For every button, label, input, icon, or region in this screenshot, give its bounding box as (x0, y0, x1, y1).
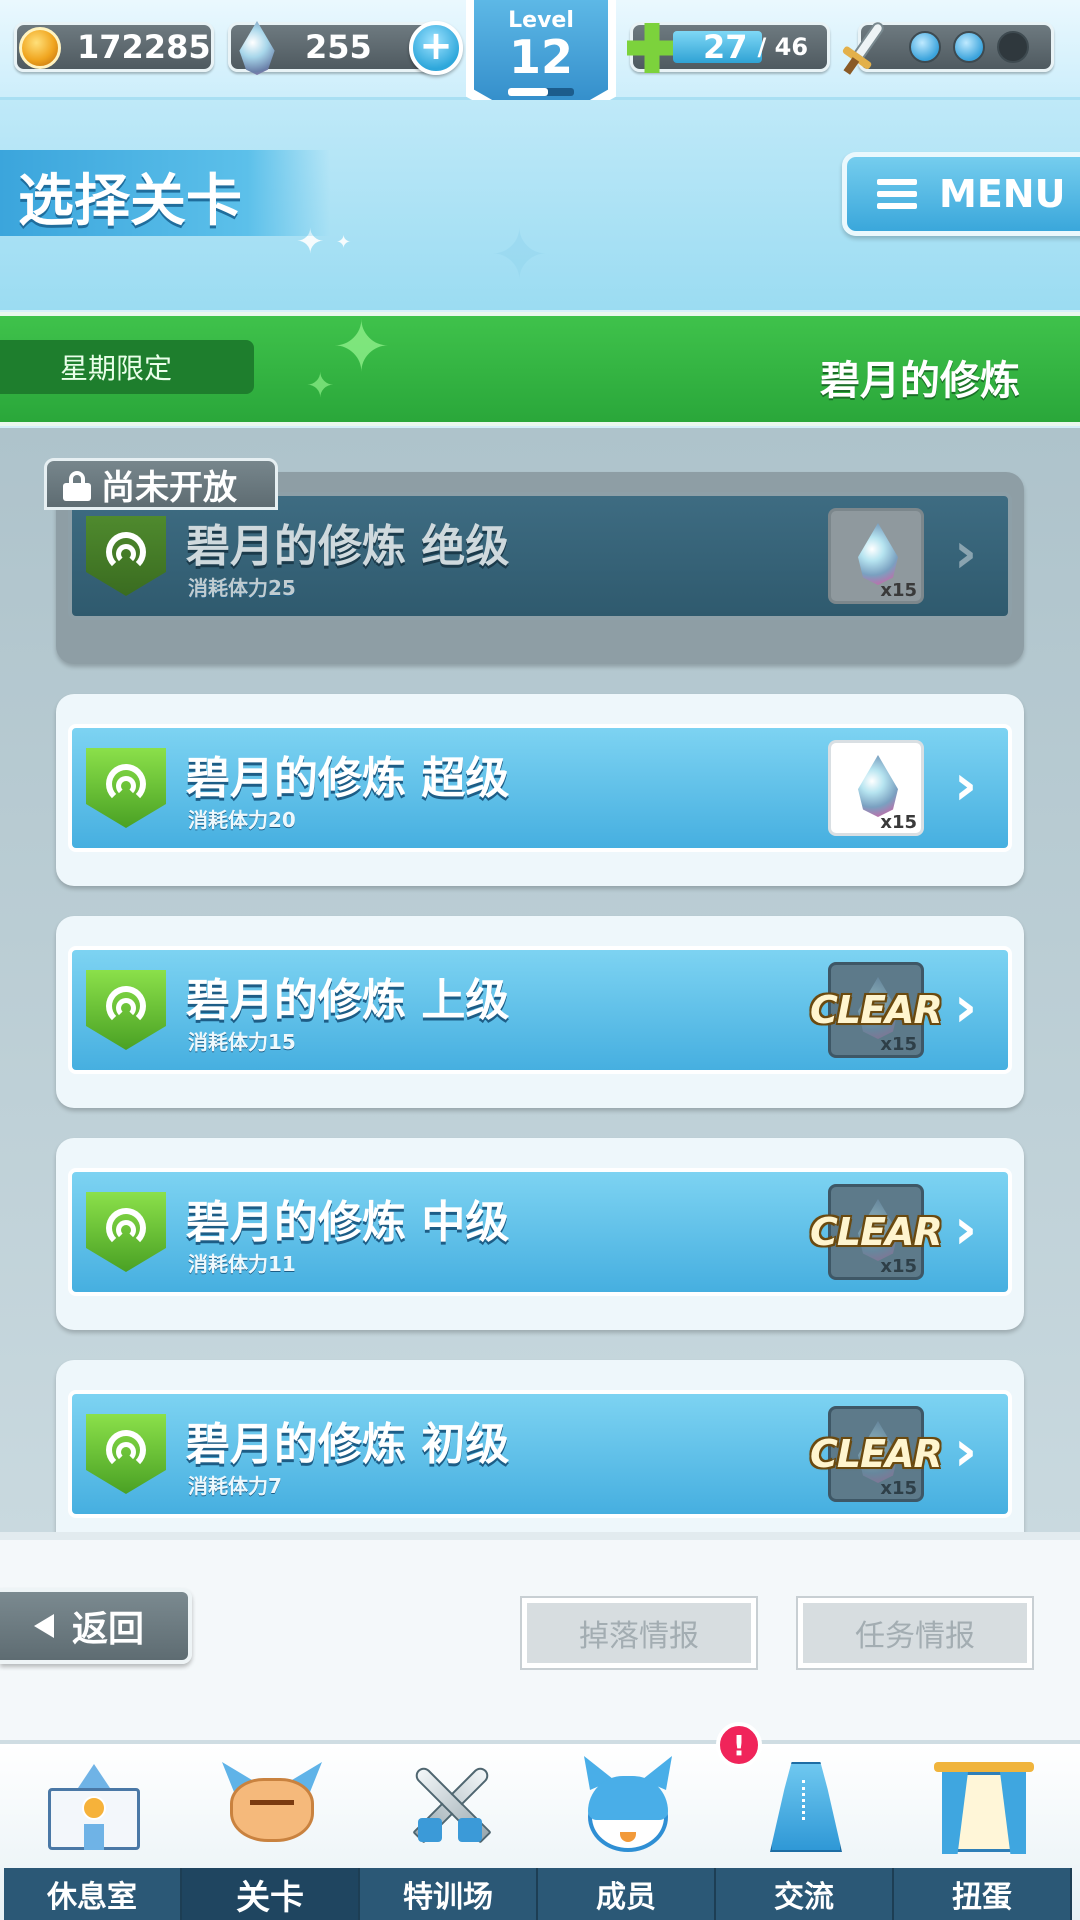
stamina-current: 27 (703, 28, 748, 66)
stage-list[interactable]: 碧月的修炼 绝级 消耗体力25 x15 › 碧月的修炼 超级 消耗体力20 x1… (0, 428, 1080, 1532)
level-progress-bar (508, 88, 574, 96)
nav-item-lounge[interactable]: 休息室 (4, 1744, 182, 1920)
gem-icon (858, 523, 898, 585)
nav-item-gacha[interactable]: 扭蛋 (894, 1744, 1072, 1920)
add-gems-button[interactable]: + (409, 21, 463, 75)
nav-label: 成员 (538, 1868, 716, 1920)
stage-name: 碧月的修炼 上级 (186, 975, 510, 1026)
nav-label: 关卡 (182, 1868, 360, 1920)
cat-girl-icon (578, 1756, 678, 1856)
chevron-right-icon[interactable]: › (954, 1202, 984, 1258)
crossed-swords-icon (400, 1756, 500, 1856)
stage-card-intermediate[interactable]: 碧月的修炼 中级 消耗体力11 x15 CLEAR › (56, 1138, 1024, 1330)
gem-icon (239, 21, 275, 75)
chevron-right-icon: › (954, 521, 978, 586)
drop-info-button[interactable]: 掉落情报 (520, 1596, 758, 1670)
gem-amount: 255 (305, 28, 372, 66)
sparkle-decoration: ✦ (332, 306, 391, 388)
chevron-right-icon[interactable]: › (954, 758, 984, 814)
stage-stamina-cost: 消耗体力15 (188, 1030, 296, 1054)
coin-icon (19, 27, 61, 69)
difficulty-shield-icon (86, 748, 166, 828)
reward-quantity: x15 (880, 580, 917, 601)
gem-icon (858, 755, 898, 817)
menu-label: MENU (939, 172, 1066, 216)
stage-card-beginner[interactable]: 碧月的修炼 初级 消耗体力7 x15 CLEAR › (56, 1360, 1024, 1532)
curtain-icon (934, 1756, 1034, 1856)
sparkle-decoration: ✦ (336, 232, 352, 253)
sparkle-decoration: ✦ (306, 366, 335, 406)
lock-icon (63, 471, 91, 501)
stage-row[interactable]: 碧月的修炼 初级 消耗体力7 x15 CLEAR › (68, 1390, 1012, 1518)
nav-label: 休息室 (4, 1868, 182, 1920)
clear-stamp: CLEAR (810, 988, 943, 1032)
hamburger-icon (877, 173, 917, 215)
charge-dot (997, 31, 1029, 63)
stage-card-super[interactable]: 碧月的修炼 超级 消耗体力20 x15 › (56, 694, 1024, 886)
weekly-limited-tag: 星期限定 (0, 340, 254, 394)
nav-item-stages[interactable]: 关卡 (182, 1744, 360, 1920)
clear-stamp: CLEAR (810, 1210, 943, 1254)
back-label: 返回 (72, 1609, 145, 1650)
locked-tag: 尚未开放 (44, 458, 278, 510)
reward-quantity: x15 (880, 1034, 917, 1055)
stage-name: 碧月的修炼 绝级 (186, 521, 510, 572)
stage-name: 碧月的修炼 初级 (186, 1419, 510, 1470)
back-arrow-icon (34, 1614, 54, 1638)
stage-card-advanced[interactable]: 碧月的修炼 上级 消耗体力15 x15 CLEAR › (56, 916, 1024, 1108)
difficulty-shield-icon (86, 1192, 166, 1272)
reward-quantity: x15 (880, 1256, 917, 1277)
nav-item-social[interactable]: 交流 (716, 1744, 894, 1920)
stage-row[interactable]: 碧月的修炼 中级 消耗体力11 x15 CLEAR › (68, 1168, 1012, 1296)
nav-item-training[interactable]: 特训场 (360, 1744, 538, 1920)
stage-stamina-cost: 消耗体力25 (188, 576, 296, 600)
stage-series-title: 碧月的修炼 (820, 358, 1020, 404)
gem-counter: 255 + (228, 21, 463, 75)
sword-charges (841, 19, 1054, 75)
dress-icon (756, 1756, 856, 1856)
stage-stamina-cost: 消耗体力7 (188, 1474, 282, 1498)
difficulty-shield-icon (86, 1414, 166, 1494)
locked-label: 尚未开放 (101, 467, 237, 508)
back-button[interactable]: 返回 (0, 1588, 192, 1664)
chevron-right-icon[interactable]: › (954, 1424, 984, 1480)
sparkle-decoration: ✦ (490, 214, 549, 296)
monster-icon (222, 1756, 322, 1856)
nav-label: 交流 (716, 1868, 894, 1920)
level-progress-fill (508, 88, 548, 96)
stage-row: 碧月的修炼 绝级 消耗体力25 x15 › (68, 492, 1012, 620)
difficulty-shield-icon (86, 970, 166, 1050)
stage-stamina-cost: 消耗体力20 (188, 808, 296, 832)
stage-row[interactable]: 碧月的修炼 超级 消耗体力20 x15 › (68, 724, 1012, 852)
stamina-max: / 46 (757, 33, 809, 61)
reward-quantity: x15 (880, 812, 917, 833)
charge-dot (909, 31, 941, 63)
nav-item-members[interactable]: 成员 (538, 1744, 716, 1920)
stage-name: 碧月的修炼 超级 (186, 753, 510, 804)
chevron-right-icon[interactable]: › (954, 980, 984, 1036)
quest-info-button[interactable]: 任务情报 (796, 1596, 1034, 1670)
nav-label: 特训场 (360, 1868, 538, 1920)
stage-name: 碧月的修炼 中级 (186, 1197, 510, 1248)
reward-box: x15 (828, 740, 924, 836)
stamina-counter: 27 / 46 (627, 22, 830, 73)
school-icon (44, 1756, 144, 1856)
page-title: 选择关卡 (18, 169, 242, 234)
stage-row[interactable]: 碧月的修炼 上级 消耗体力15 x15 CLEAR › (68, 946, 1012, 1074)
coin-counter: 172285 (14, 22, 214, 72)
coin-amount: 172285 (77, 28, 211, 66)
reward-box: x15 (828, 508, 924, 604)
notification-badge: ! (716, 1722, 762, 1768)
difficulty-shield-icon (86, 516, 166, 596)
nav-label: 扭蛋 (894, 1868, 1072, 1920)
charge-dot (953, 31, 985, 63)
clear-stamp: CLEAR (810, 1432, 943, 1476)
stage-stamina-cost: 消耗体力11 (188, 1252, 296, 1276)
menu-button[interactable]: MENU (842, 152, 1080, 236)
stamina-cross-icon (627, 23, 677, 73)
reward-quantity: x15 (880, 1478, 917, 1499)
level-value: 12 (508, 30, 573, 84)
